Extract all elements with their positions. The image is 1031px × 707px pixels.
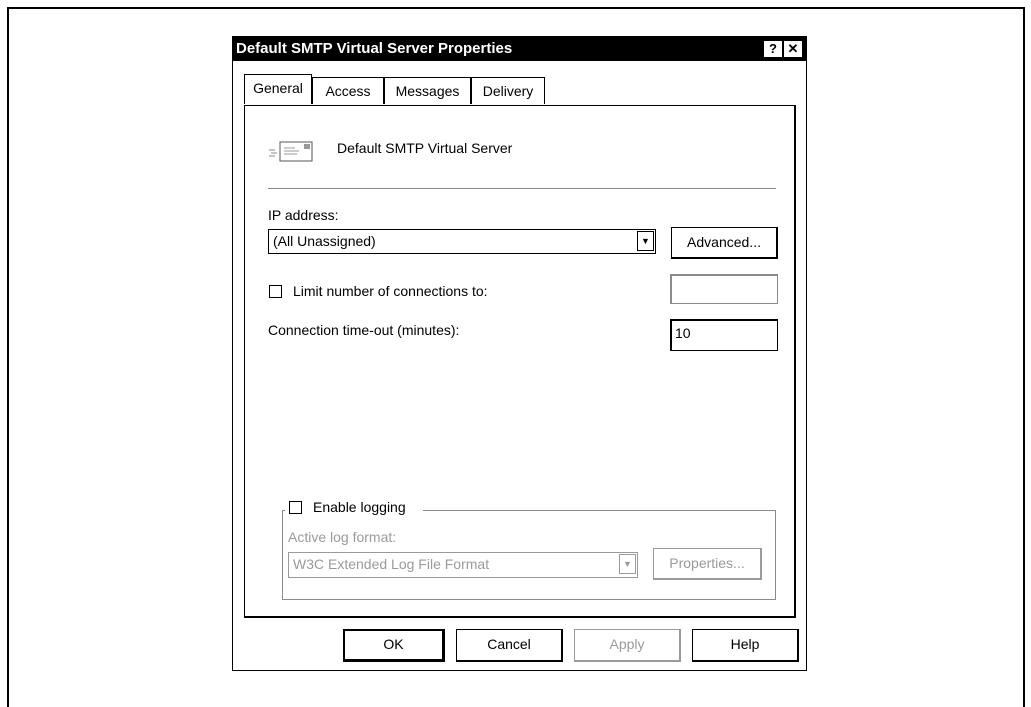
help-icon[interactable]: ? [763,40,783,58]
limit-connections-field[interactable] [670,274,778,304]
ip-address-value: (All Unassigned) [273,233,376,249]
tab-delivery[interactable]: Delivery [471,77,545,104]
enable-logging-checkbox[interactable] [289,501,302,514]
dialog-title: Default SMTP Virtual Server Properties [236,40,513,57]
smtp-server-icon [269,137,315,165]
ip-address-select[interactable]: (All Unassigned) ▼ [268,229,656,254]
logging-legend: Enable logging [285,499,423,517]
log-format-select[interactable]: W3C Extended Log File Format ▼ [288,552,638,578]
log-format-value: W3C Extended Log File Format [293,556,490,572]
advanced-button[interactable]: Advanced... [671,227,778,259]
tab-messages[interactable]: Messages [384,77,471,104]
properties-button[interactable]: Properties... [653,548,762,580]
timeout-field[interactable]: 10 [670,319,778,351]
dropdown-arrow-icon[interactable]: ▼ [637,231,654,251]
separator [268,188,776,189]
ip-address-label: IP address: [268,207,339,223]
title-bar: Default SMTP Virtual Server Properties ?… [233,37,806,61]
help-button[interactable]: Help [692,629,799,662]
properties-dialog: Default SMTP Virtual Server Properties ?… [232,36,807,671]
cancel-button[interactable]: Cancel [456,629,563,662]
tab-general[interactable]: General [244,74,312,104]
limit-connections-checkbox[interactable] [269,285,282,298]
apply-button[interactable]: Apply [574,629,681,662]
timeout-label: Connection time-out (minutes): [268,322,460,338]
server-name-label: Default SMTP Virtual Server [337,140,513,156]
close-icon[interactable]: ✕ [783,40,803,58]
enable-logging-label: Enable logging [313,499,406,515]
dropdown-arrow-icon[interactable]: ▼ [619,554,636,574]
log-format-label: Active log format: [288,529,397,545]
ok-button[interactable]: OK [343,629,445,662]
tab-access[interactable]: Access [312,77,384,104]
limit-connections-label: Limit number of connections to: [293,283,488,299]
